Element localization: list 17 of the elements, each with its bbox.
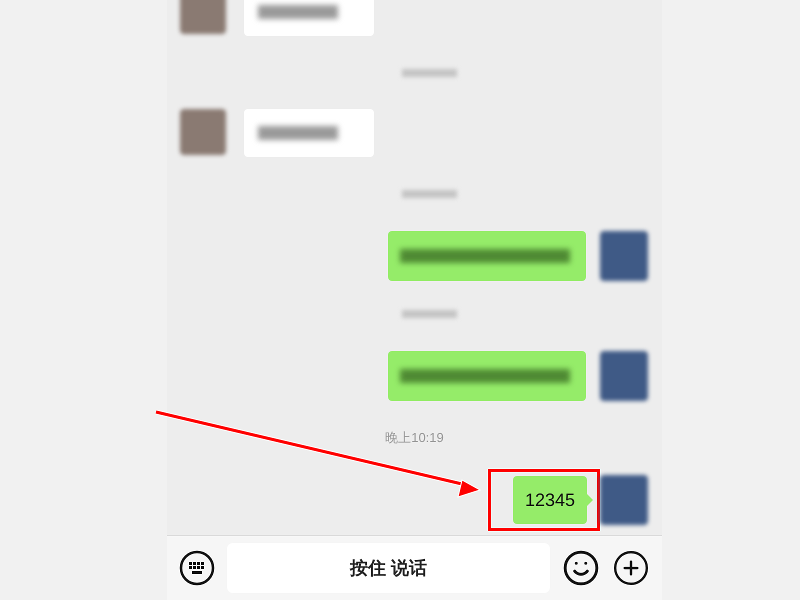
- blurred-message-bubble[interactable]: [388, 351, 586, 401]
- timestamp: 晚上10:19: [385, 430, 444, 446]
- bubble-tail: [587, 494, 593, 506]
- emoji-icon[interactable]: [562, 549, 600, 587]
- avatar-placeholder[interactable]: [600, 475, 648, 525]
- plus-icon[interactable]: [612, 549, 650, 587]
- avatar-placeholder[interactable]: [600, 231, 648, 281]
- blurred-message-bubble[interactable]: [388, 231, 586, 281]
- blurred-timestamp: [402, 190, 457, 198]
- hold-to-talk-button[interactable]: 按住 说话: [227, 543, 550, 593]
- message-bubble[interactable]: 12345: [512, 476, 587, 524]
- avatar-placeholder[interactable]: [180, 0, 226, 34]
- avatar-placeholder[interactable]: [600, 351, 648, 401]
- blurred-timestamp: [402, 69, 457, 77]
- keyboard-icon[interactable]: [179, 550, 215, 586]
- avatar-placeholder[interactable]: [180, 109, 226, 155]
- blurred-timestamp: [402, 310, 457, 318]
